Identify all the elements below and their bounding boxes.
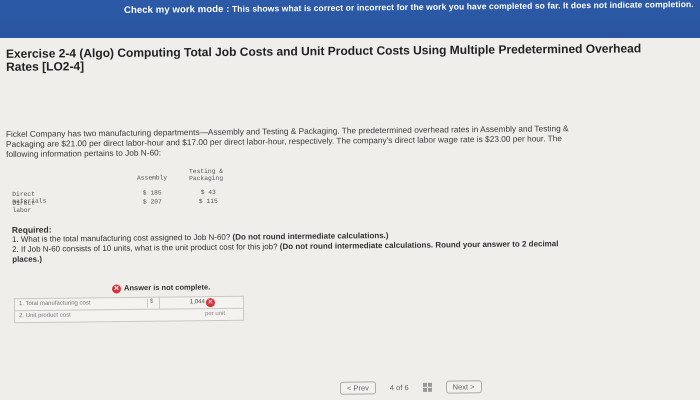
- question-2-text: 2. If Job N-60 consists of 10 units, wha…: [12, 242, 278, 254]
- banner-label: Check my work mode :: [124, 3, 230, 16]
- answer-status-text: Answer is not complete.: [123, 282, 211, 293]
- grid-icon[interactable]: [422, 382, 432, 392]
- banner-message: This shows what is correct or incorrect …: [232, 0, 695, 14]
- incorrect-x-icon: ✕: [111, 283, 122, 294]
- total-cost-value: 1,044: [189, 299, 205, 306]
- column-header-testing: Testing & Packaging: [180, 168, 232, 183]
- required-section: Required: 1. What is the total manufactu…: [12, 219, 572, 265]
- prev-button[interactable]: < Prev: [339, 381, 376, 395]
- page-content: [0, 38, 700, 400]
- exercise-intro: Fickel Company has two manufacturing dep…: [5, 123, 569, 160]
- cell-labor-assembly: $ 207: [142, 198, 162, 206]
- next-button[interactable]: Next >: [445, 380, 482, 394]
- per-unit-label: per unit: [205, 310, 226, 318]
- column-header-testing-line2: Packaging: [189, 174, 224, 183]
- check-my-work-banner: Check my work mode : This shows what is …: [0, 0, 700, 38]
- answer-status: ✕ Answer is not complete.: [111, 282, 211, 294]
- column-header-assembly: Assembly: [136, 174, 168, 182]
- answer-table: 1. Total manufacturing cost $ 1,044 ✕ 2.…: [13, 295, 245, 324]
- cell-materials-assembly: $ 185: [142, 189, 162, 197]
- pagination: < Prev 4 of 6 Next >: [339, 380, 482, 395]
- row-label-direct-labor: Direct labor: [12, 199, 36, 214]
- total-cost-input[interactable]: 1,044 ✕: [158, 297, 221, 309]
- answer-row-unit-cost: 2. Unit product cost per unit: [14, 307, 245, 324]
- incorrect-x-icon: ✕: [205, 298, 215, 308]
- page-position: 4 of 6: [389, 383, 409, 393]
- answer-label-total-cost: 1. Total manufacturing cost: [18, 300, 91, 308]
- answer-label-unit-cost: 2. Unit product cost: [19, 312, 71, 320]
- cell-labor-testing: $ 115: [198, 197, 218, 206]
- question-1-note: (Do not round intermediate calculations.…: [232, 230, 389, 242]
- cell-materials-testing: $ 43: [200, 188, 216, 197]
